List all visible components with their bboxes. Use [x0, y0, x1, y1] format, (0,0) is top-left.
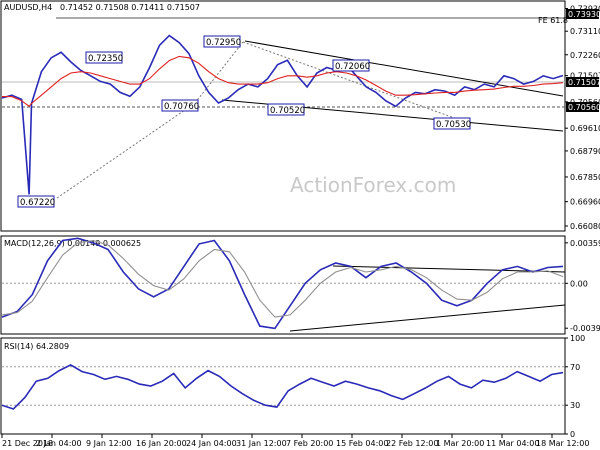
- rsi-tick-label: 30: [570, 401, 580, 410]
- last-price-text: 0.71507: [568, 78, 600, 87]
- price-ohlc: 0.71452 0.71508 0.71411 0.71507: [60, 3, 200, 12]
- price-tick-label: 0.72260: [570, 51, 600, 60]
- x-tick-label: 9 Jan 12:00: [86, 439, 132, 448]
- x-tick-label: 11 Mar 04:00: [486, 439, 539, 448]
- label-67220: 0.67220: [20, 198, 55, 208]
- price-panel: [0, 0, 566, 232]
- rsi-tick-label: 70: [570, 363, 580, 372]
- macd-tick-label: -0.003986: [570, 324, 600, 333]
- rsi-title: RSI(14) 64.2809: [4, 342, 69, 351]
- macd-panel: [0, 235, 566, 335]
- label-70530: 0.70530: [436, 120, 471, 130]
- price-title: AUDUSD,H4: [4, 3, 52, 12]
- price-tick-label: 0.73110: [570, 27, 600, 36]
- macd-tick-label: 0.003592: [570, 239, 600, 248]
- x-tick-label: 24 Jan 04:00: [186, 439, 237, 448]
- price-tick-label: 0.66960: [570, 198, 600, 207]
- support-text: 0.70560: [568, 103, 600, 112]
- chart-root: ActionForex.com AUDUSD,H4 0.71452 0.7150…: [0, 0, 600, 450]
- fe-label: FE 61.8: [538, 16, 568, 25]
- price-tick-label: 0.66080: [570, 222, 600, 231]
- x-tick-label: 22 Feb 12:00: [386, 439, 438, 448]
- price-tick-label: 0.69610: [570, 124, 600, 133]
- fe-text: 0.73930: [568, 10, 600, 19]
- price-tick-label: 0.67850: [570, 173, 600, 182]
- macd-tick-label: 0.00: [570, 279, 588, 288]
- rsi-tick-label: 100: [570, 334, 585, 343]
- watermark: ActionForex.com: [290, 173, 456, 197]
- rsi-panel: [0, 337, 566, 435]
- x-tick-label: 31 Jan 12:00: [236, 439, 287, 448]
- rsi-tick-label: 0: [570, 430, 575, 439]
- chart-svg: ActionForex.com AUDUSD,H4 0.71452 0.7150…: [0, 0, 600, 448]
- x-tick-label: 2 Jan 04:00: [36, 439, 82, 448]
- label-70760: 0.70760: [164, 102, 199, 112]
- label-72350: 0.72350: [88, 54, 123, 64]
- x-tick-label: 16 Jan 20:00: [136, 439, 187, 448]
- label-72060: 0.72060: [335, 62, 370, 72]
- x-tick-label: 18 Mar 12:00: [536, 439, 589, 448]
- label-70520: 0.70520: [270, 106, 305, 116]
- x-tick-label: 1 Mar 20:00: [436, 439, 484, 448]
- x-tick-label: 15 Feb 04:00: [336, 439, 388, 448]
- label-72950: 0.72950: [206, 38, 241, 48]
- price-tick-label: 0.68790: [570, 147, 600, 156]
- x-tick-label: 7 Feb 20:00: [286, 439, 333, 448]
